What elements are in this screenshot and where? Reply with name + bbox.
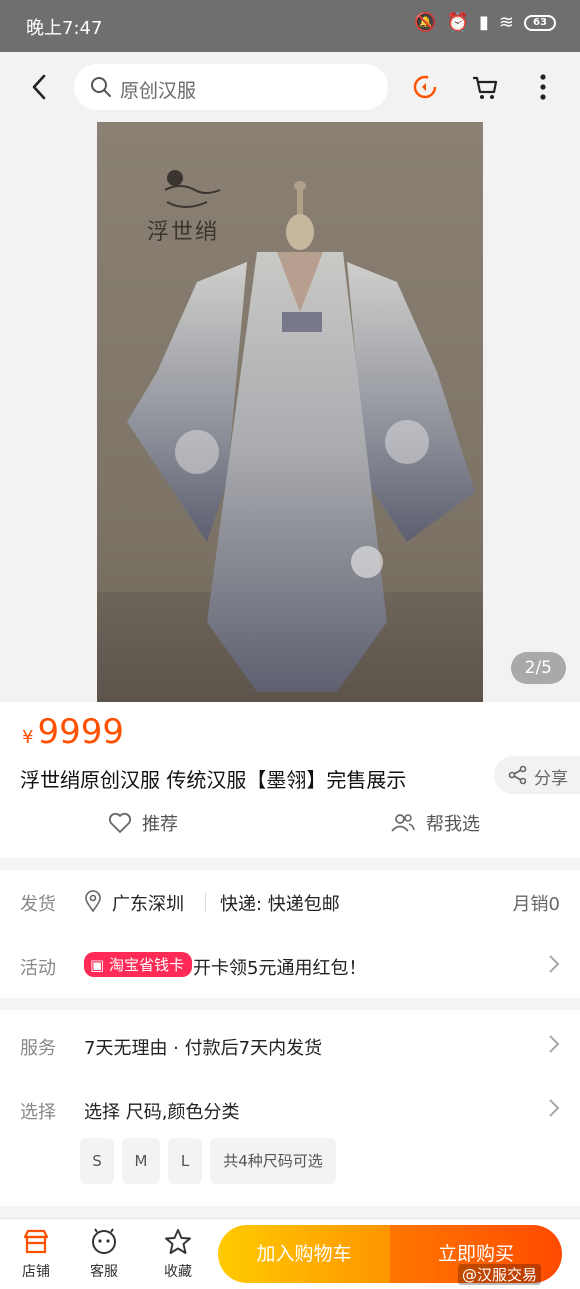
promo-tag-label: 淘宝省钱卡 bbox=[108, 956, 184, 974]
product-summary-card: ¥9999 浮世绡原创汉服 传统汉服【墨翎】完售展示 分享 推荐 帮我选 bbox=[0, 702, 580, 858]
customer-service-label: 客服 bbox=[90, 1264, 118, 1280]
gift-icon: ▣ bbox=[90, 956, 105, 974]
size-option-l[interactable]: L bbox=[168, 1138, 202, 1184]
refresh-share-icon[interactable] bbox=[410, 72, 440, 102]
currency-symbol: ¥ bbox=[22, 727, 34, 748]
select-label: 选择 bbox=[20, 1102, 56, 1123]
back-arrow-icon[interactable] bbox=[26, 70, 54, 104]
status-bar: 晚上7:47 🔕 ⏰ ▮ ≋ 63 bbox=[0, 0, 580, 52]
help-choose-label: 帮我选 bbox=[426, 814, 480, 835]
mute-icon: 🔕 bbox=[414, 12, 437, 33]
product-image-carousel[interactable]: 浮世绡 2/5 bbox=[0, 122, 580, 702]
product-title: 浮世绡原创汉服 传统汉服【墨翎】完售展示 bbox=[20, 768, 407, 792]
signal-icon: ▮ bbox=[479, 12, 489, 33]
top-bar: 原创汉服 bbox=[0, 52, 580, 122]
location-pin-icon bbox=[85, 890, 101, 912]
shipping-express: 快递: 快递包邮 bbox=[220, 894, 340, 915]
price: ¥9999 bbox=[22, 712, 124, 752]
chevron-right-icon bbox=[549, 955, 560, 973]
add-to-cart-button[interactable]: 加入购物车 bbox=[218, 1225, 390, 1283]
chevron-right-icon bbox=[549, 1099, 560, 1117]
chevron-right-icon bbox=[549, 1035, 560, 1053]
star-icon bbox=[165, 1229, 191, 1254]
size-option-m[interactable]: M bbox=[122, 1138, 160, 1184]
favorite-label: 收藏 bbox=[164, 1264, 192, 1280]
chat-face-icon bbox=[92, 1228, 116, 1254]
size-option-more[interactable]: 共4种尺码可选 bbox=[210, 1138, 336, 1184]
image-pager: 2/5 bbox=[510, 652, 566, 684]
share-label: 分享 bbox=[534, 769, 568, 789]
cart-icon[interactable] bbox=[470, 72, 500, 102]
promo-tag: ▣ 淘宝省钱卡 bbox=[84, 952, 192, 977]
store-icon bbox=[23, 1229, 49, 1254]
hanfu-garment-illustration bbox=[127, 181, 475, 692]
help-choose-button[interactable]: 帮我选 bbox=[390, 810, 480, 836]
battery-icon: 63 bbox=[524, 14, 556, 31]
search-icon bbox=[91, 77, 111, 97]
price-value: 9999 bbox=[37, 712, 124, 752]
size-option-s[interactable]: S bbox=[80, 1138, 114, 1184]
store-button[interactable]: 店铺 bbox=[6, 1227, 66, 1281]
shipping-promo-card: 发货 广东深圳 快递: 快递包邮 月销0 活动 ▣ 淘宝省钱卡 开卡领5元通用红… bbox=[0, 870, 580, 998]
select-text: 选择 尺码,颜色分类 bbox=[84, 1102, 240, 1123]
watermark: @汉服交易 bbox=[458, 1264, 542, 1285]
favorite-button[interactable]: 收藏 bbox=[148, 1227, 208, 1281]
shipping-location: 广东深圳 bbox=[112, 894, 184, 915]
service-select-card: 服务 7天无理由 · 付款后7天内发货 选择 选择 尺码,颜色分类 S M L … bbox=[0, 1010, 580, 1206]
search-placeholder: 原创汉服 bbox=[120, 80, 197, 102]
promo-text: 开卡领5元通用红包！ bbox=[193, 958, 367, 979]
people-icon bbox=[391, 814, 415, 832]
recommend-label: 推荐 bbox=[142, 814, 178, 835]
service-label: 服务 bbox=[20, 1038, 56, 1059]
share-icon bbox=[508, 765, 527, 785]
store-label: 店铺 bbox=[22, 1264, 50, 1280]
alarm-icon: ⏰ bbox=[446, 12, 469, 33]
recommend-button[interactable]: 推荐 bbox=[108, 810, 178, 836]
monthly-sales: 月销0 bbox=[512, 894, 560, 915]
search-input[interactable]: 原创汉服 bbox=[74, 64, 388, 110]
promo-label: 活动 bbox=[20, 958, 56, 979]
more-icon[interactable] bbox=[528, 72, 558, 102]
customer-service-button[interactable]: 客服 bbox=[74, 1227, 134, 1281]
product-photo: 浮世绡 bbox=[97, 122, 483, 702]
share-button[interactable]: 分享 bbox=[494, 756, 580, 794]
shipping-label: 发货 bbox=[20, 894, 56, 915]
service-text: 7天无理由 · 付款后7天内发货 bbox=[84, 1038, 323, 1059]
heart-icon bbox=[108, 812, 132, 833]
status-icons: 🔕 ⏰ ▮ ≋ 63 bbox=[414, 12, 556, 33]
wifi-icon: ≋ bbox=[498, 12, 514, 33]
status-time: 晚上7:47 bbox=[26, 18, 103, 39]
